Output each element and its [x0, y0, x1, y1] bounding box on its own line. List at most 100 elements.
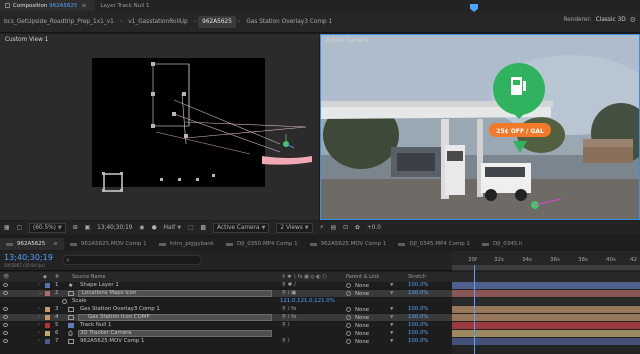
- layer-switches[interactable]: ⚲ ∕ ▣: [282, 290, 296, 296]
- layer-name[interactable]: Track Null 1: [80, 322, 111, 328]
- lock-icon[interactable]: [5, 3, 10, 8]
- layer-switches[interactable]: ⚲ ∕ fx: [282, 314, 296, 320]
- twirl-arrow-icon[interactable]: ›: [38, 314, 40, 320]
- pickwhip-icon[interactable]: [346, 307, 351, 312]
- layer-row[interactable]: › 7 962A5625.MOV Comp 1 ⚲ ∕ None ▼ 100.0%: [0, 338, 452, 346]
- region-of-interest-icon[interactable]: ⬚: [188, 225, 193, 231]
- transparency-icon[interactable]: ▣: [85, 225, 90, 231]
- region-icon[interactable]: ⊞: [73, 225, 78, 231]
- stretch-value[interactable]: 100.0%: [408, 338, 429, 344]
- layer-duration-bar[interactable]: [452, 322, 640, 329]
- eye-icon[interactable]: [3, 291, 8, 295]
- camera-snapshot-icon[interactable]: ◉: [140, 225, 145, 231]
- layer-row[interactable]: › 6 ⎙ 3D Tracker Camera None ▼ 100.0%: [0, 330, 452, 338]
- twirl-arrow-icon[interactable]: ›: [38, 322, 40, 328]
- label-color-swatch[interactable]: [45, 323, 50, 328]
- zoom-select[interactable]: (60.5%) ▼: [28, 223, 66, 233]
- parent-select[interactable]: None ▼: [346, 322, 396, 329]
- timeline-tab[interactable]: Intro_piggybank: [153, 238, 220, 250]
- layer-switches[interactable]: ⚲ ✱ ∕: [282, 282, 296, 288]
- eye-icon[interactable]: [3, 331, 8, 335]
- layer-name[interactable]: 3D Tracker Camera: [80, 330, 132, 336]
- breadcrumb-item[interactable]: v1_GasstationRollUp: [124, 16, 192, 28]
- stretch-value[interactable]: 100.0%: [408, 330, 429, 336]
- grid-icon[interactable]: ▦: [4, 225, 9, 231]
- layer-row[interactable]: › 4 Gas Station Icon COMP ⚲ ∕ fx None ▼ 1…: [0, 314, 452, 322]
- layer-switches[interactable]: ⚲ ∕: [282, 322, 289, 328]
- timeline-tab[interactable]: DJI_0350.MP4 Comp 1: [220, 238, 304, 250]
- parent-select[interactable]: None ▼: [346, 338, 396, 345]
- work-area-bar[interactable]: [452, 265, 640, 270]
- tab-layer[interactable]: Layer Track Null 1: [95, 0, 154, 11]
- close-icon[interactable]: ≡: [53, 241, 58, 247]
- layer-switches[interactable]: ⚲ ∕: [282, 338, 289, 344]
- label-color-swatch[interactable]: [45, 307, 50, 312]
- reset-exposure-icon[interactable]: ✿: [355, 225, 360, 231]
- breadcrumb-item[interactable]: Gas Station Overlay3 Comp 1: [242, 16, 336, 28]
- stretch-header[interactable]: Stretch: [408, 274, 426, 280]
- stretch-value[interactable]: 100.0%: [408, 306, 429, 312]
- active-camera-viewer[interactable]: Active Camera 25¢ OFF / GAL: [320, 34, 640, 220]
- layer-track-area[interactable]: [452, 282, 640, 354]
- fast-preview-icon[interactable]: ⚡: [320, 225, 324, 231]
- pickwhip-icon[interactable]: [346, 315, 351, 320]
- pickwhip-icon[interactable]: [346, 331, 351, 336]
- current-time-display[interactable]: 13;40;30;19: [4, 253, 53, 262]
- label-color-swatch[interactable]: [45, 291, 50, 296]
- label-color-swatch[interactable]: [45, 339, 50, 344]
- resolution-select[interactable]: Half ▼: [164, 225, 181, 231]
- safe-area-icon[interactable]: ▢: [16, 225, 21, 231]
- layer-row[interactable]: › 3 Gas Station Overlay3 Comp 1 ⚲ ∕ fx N…: [0, 306, 452, 314]
- label-color-swatch[interactable]: [45, 315, 50, 320]
- label-color-swatch[interactable]: [45, 283, 50, 288]
- layer-name[interactable]: Locations Maps Icon: [82, 290, 137, 296]
- custom-view-viewer[interactable]: Custom View 1: [0, 34, 319, 220]
- color-channel-icon[interactable]: ●: [152, 225, 157, 231]
- parent-select[interactable]: None ▼: [346, 306, 396, 313]
- renderer-control[interactable]: Renderer: Classic 3D ⚙: [563, 16, 636, 24]
- layer-duration-bar[interactable]: [452, 314, 640, 321]
- layer-duration-bar[interactable]: [452, 338, 640, 345]
- layer-duration-bar[interactable]: [452, 330, 640, 337]
- parent-select[interactable]: None ▼: [346, 282, 396, 289]
- layer-name[interactable]: Gas Station Icon COMP: [88, 314, 150, 320]
- pickwhip-icon[interactable]: [346, 283, 351, 288]
- pickwhip-icon[interactable]: [346, 291, 351, 296]
- source-name-header[interactable]: Source Name: [72, 274, 106, 280]
- viewer-timecode[interactable]: 13;40;30;19: [97, 225, 132, 231]
- eye-icon[interactable]: [3, 339, 8, 343]
- breadcrumb-item[interactable]: bcs_GetUpside_Roadtrip_Prep_1x1_v1: [0, 16, 118, 28]
- eye-icon[interactable]: [3, 323, 8, 327]
- layer-name[interactable]: Gas Station Overlay3 Comp 1: [80, 306, 160, 312]
- label-color-swatch[interactable]: [45, 331, 50, 336]
- eye-icon[interactable]: [3, 315, 8, 319]
- breadcrumb-item-active[interactable]: 962A5625: [198, 15, 236, 28]
- layer-name[interactable]: 962A5625.MOV Comp 1: [80, 338, 145, 344]
- eye-icon[interactable]: [3, 307, 8, 311]
- pickwhip-icon[interactable]: [346, 339, 351, 344]
- renderer-value[interactable]: Classic 3D: [596, 17, 626, 23]
- exposure-value[interactable]: +0.0: [367, 225, 381, 231]
- draft-3d-icon[interactable]: ▤: [331, 225, 336, 231]
- twirl-arrow-icon[interactable]: ›: [38, 338, 40, 344]
- layer-name[interactable]: Shape Layer 1: [80, 282, 119, 288]
- stretch-value[interactable]: 100.0%: [408, 314, 429, 320]
- views-select[interactable]: 2 Views ▼: [276, 223, 313, 233]
- stopwatch-icon[interactable]: [62, 299, 67, 304]
- parent-link-header[interactable]: Parent & Link: [346, 274, 379, 280]
- gear-icon[interactable]: ⚙: [630, 16, 636, 24]
- layer-duration-bar[interactable]: [452, 290, 640, 297]
- timeline-tab[interactable]: 962A5625.MOV Comp 1: [64, 238, 153, 250]
- close-icon[interactable]: ≡: [81, 2, 86, 9]
- twirl-arrow-icon[interactable]: ›: [38, 306, 40, 312]
- layer-duration-bar[interactable]: [452, 282, 640, 289]
- layer-row[interactable]: ⌄ 2 Locations Maps Icon ⚲ ∕ ▣ None ▼ 100.…: [0, 290, 452, 298]
- twirl-arrow-icon[interactable]: ›: [38, 330, 40, 336]
- parent-select[interactable]: None ▼: [346, 290, 396, 297]
- scale-value[interactable]: 121.0,121.0,121.0%: [280, 298, 335, 304]
- camera-select[interactable]: Active Camera ▼: [213, 223, 270, 233]
- layer-search-input[interactable]: ⌕: [62, 255, 202, 265]
- layer-row[interactable]: › 5 Track Null 1 ⚲ ∕ None ▼ 100.0%: [0, 322, 452, 330]
- property-row-scale[interactable]: Scale 121.0,121.0,121.0%: [0, 298, 452, 306]
- timeline-tab[interactable]: 962A5625 ≡: [0, 238, 64, 250]
